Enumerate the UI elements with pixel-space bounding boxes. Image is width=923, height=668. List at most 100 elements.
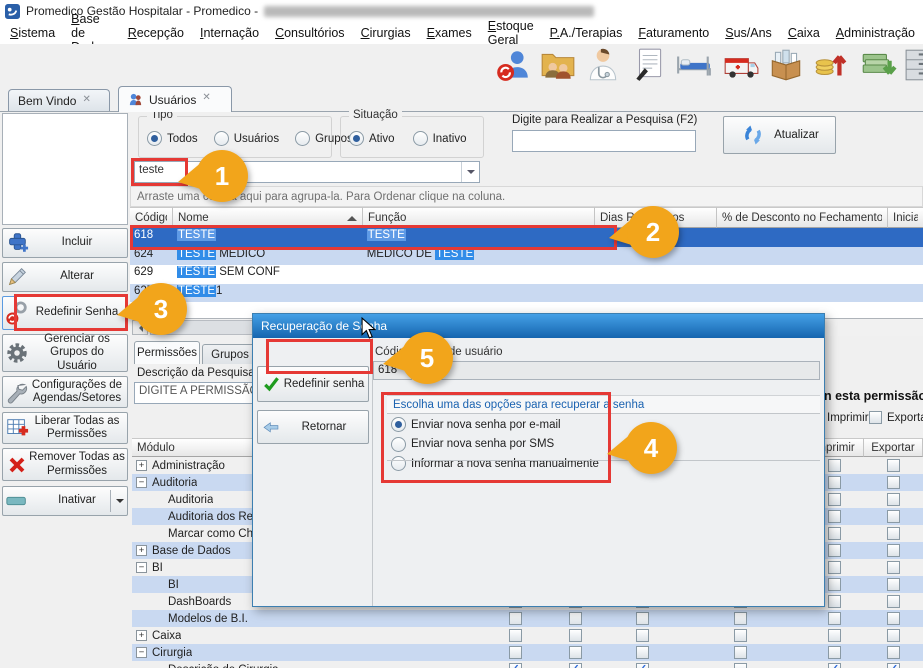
permission-checkbox[interactable] [828,663,841,668]
permission-checkbox[interactable] [887,459,900,472]
menu-item-p-a-terapias[interactable]: P.A./Terapias [542,23,631,43]
permission-checkbox[interactable] [828,629,841,642]
collapse-icon[interactable]: − [136,477,147,488]
menu-item-consult-rios[interactable]: Consultórios [267,23,352,43]
permission-checkbox[interactable] [734,612,747,625]
permission-checkbox[interactable] [887,493,900,506]
permission-checkbox[interactable] [887,595,900,608]
expand-icon[interactable]: + [136,545,147,556]
menu-item-exames[interactable]: Exames [419,23,480,43]
sidebar-button-liberar-todas-as-permiss-es[interactable]: Liberar Todas as Permissões [2,412,128,444]
permission-checkbox[interactable] [509,629,522,642]
menu-item-administra-o[interactable]: Administração [828,23,923,43]
permission-checkbox[interactable] [887,527,900,540]
permission-checkbox[interactable] [509,612,522,625]
permission-checkbox[interactable] [887,510,900,523]
permission-checkbox[interactable] [887,646,900,659]
permission-checkbox[interactable] [828,459,841,472]
menu-item-sus-ans[interactable]: Sus/Ans [717,23,780,43]
combo-dropdown-button[interactable] [461,162,479,182]
expand-icon[interactable]: + [136,630,147,641]
collapse-icon[interactable]: − [136,562,147,573]
sidebar-button-alterar[interactable]: Alterar [2,262,128,292]
permission-checkbox[interactable] [828,527,841,540]
permission-checkbox[interactable] [828,561,841,574]
contract-icon[interactable] [629,46,669,84]
permission-checkbox[interactable] [569,646,582,659]
sidebar-button-gerenciar-os-grupos-do-usu-rio[interactable]: Gerenciar os Grupos do Usuário [2,334,128,372]
ambulance-icon[interactable] [721,46,761,84]
permission-checkbox[interactable] [828,544,841,557]
menu-item-faturamento[interactable]: Faturamento [630,23,717,43]
tab-usuários[interactable]: Usuários [118,86,232,112]
users-grid-column-header-4[interactable]: % de Desconto no Fechamento de Uma Conta… [717,207,888,228]
chevron-down-icon[interactable] [116,499,124,507]
search-input[interactable] [512,130,696,152]
permission-checkbox[interactable] [887,476,900,489]
menu-item-cirurgias[interactable]: Cirurgias [353,23,419,43]
menu-item-interna-o[interactable]: Internação [192,23,267,43]
close-icon[interactable] [82,96,93,107]
permission-checkbox[interactable] [636,612,649,625]
tab-bem-vindo[interactable]: Bem Vindo [8,89,110,112]
permission-checkbox[interactable] [636,646,649,659]
situacao-radio-ativo[interactable]: Ativo [349,131,395,146]
sidebar-button-inativar[interactable]: Inativar [2,486,128,516]
refresh-button[interactable]: Atualizar [723,116,836,154]
sidebar-button-configura-es-de-agendas-setores[interactable]: Configurações de Agendas/Setores [2,376,128,408]
dialog-button-retornar[interactable]: Retornar [257,410,369,444]
permission-checkbox[interactable] [828,493,841,506]
expand-icon[interactable]: + [136,460,147,471]
close-icon[interactable] [202,94,213,105]
table-row-user-629[interactable]: 629TESTE SEM CONF [130,265,923,284]
finance-up-icon[interactable] [811,46,851,84]
permission-checkbox[interactable] [569,663,582,668]
permission-checkbox[interactable] [828,612,841,625]
tree-row-descri-o-de-cirurgia[interactable]: Descrição de Cirurgia [132,661,923,668]
hospital-bed-icon[interactable] [674,46,714,84]
patients-folder-icon[interactable] [538,46,578,84]
collapse-icon[interactable]: − [136,647,147,658]
users-grid-column-header-5[interactable]: Iniciais [888,207,923,228]
permission-checkbox[interactable] [828,595,841,608]
perm-grid-column-header-6[interactable]: Exportar [864,438,923,457]
permission-checkbox[interactable] [509,646,522,659]
tree-row-cirurgia[interactable]: −Cirurgia [132,644,923,661]
permission-checkbox[interactable] [887,544,900,557]
permission-checkbox[interactable] [887,612,900,625]
menu-item-sistema[interactable]: Sistema [2,23,63,43]
doctor-icon[interactable] [583,46,623,84]
permission-checkbox[interactable] [887,578,900,591]
permission-checkbox[interactable] [569,629,582,642]
permission-checkbox[interactable] [887,663,900,668]
cash-down-icon[interactable] [858,46,898,84]
permission-checkbox[interactable] [509,663,522,668]
tipo-radio-todos[interactable]: Todos [147,131,198,146]
sidebar-button-incluir[interactable]: Incluir [2,228,128,258]
permission-checkbox[interactable] [887,629,900,642]
tab-permiss-es[interactable]: Permissões [134,341,200,364]
permission-checkbox[interactable] [828,578,841,591]
dialog-title-bar[interactable]: Recuperação de Senha [253,314,824,338]
tab-grupos[interactable]: Grupos [202,344,258,364]
sync-users-icon[interactable] [493,46,533,84]
permission-checkbox[interactable] [734,646,747,659]
permission-checkbox[interactable] [636,629,649,642]
permission-checkbox[interactable] [569,612,582,625]
permission-checkbox[interactable] [828,510,841,523]
stock-supplies-icon[interactable] [766,46,806,84]
toggle-exportar-checkbox[interactable] [869,411,882,424]
permission-checkbox[interactable] [734,663,747,668]
permission-checkbox[interactable] [636,663,649,668]
tree-row-caixa[interactable]: +Caixa [132,627,923,644]
permission-checkbox[interactable] [828,476,841,489]
situacao-radio-inativo[interactable]: Inativo [413,131,467,146]
menu-item-caixa[interactable]: Caixa [780,23,828,43]
tipo-radio-usu-rios[interactable]: Usuários [214,131,279,146]
menu-item-recep-o[interactable]: Recepção [120,23,192,43]
sidebar-button-remover-todas-as-permiss-es[interactable]: Remover Todas as Permissões [2,448,128,481]
permission-checkbox[interactable] [887,561,900,574]
permission-checkbox[interactable] [828,646,841,659]
cabinet-icon[interactable] [903,46,923,84]
tree-row-modelos-de-b-i-[interactable]: Modelos de B.I. [132,610,923,627]
